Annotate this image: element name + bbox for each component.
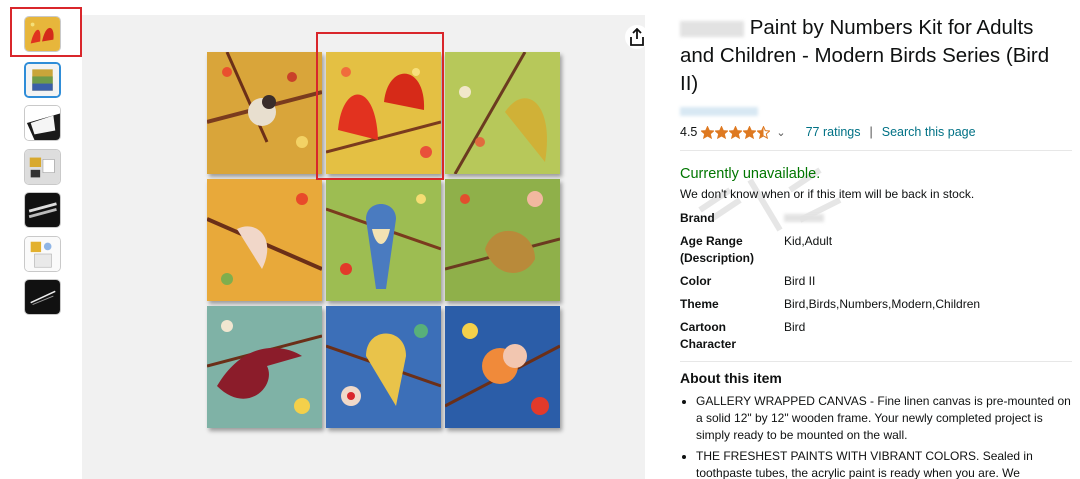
star-icon: [715, 125, 729, 139]
spec-table: Brand Age Range (Description) Kid,Adult …: [680, 210, 1072, 353]
painting-tile-4: [207, 179, 322, 301]
store-link-blurred[interactable]: [680, 107, 758, 116]
product-details: Paint by Numbers Kit for Adults and Chil…: [680, 14, 1072, 479]
spec-label: Cartoon Character: [680, 320, 737, 352]
thumbnail-3[interactable]: [24, 105, 61, 141]
spec-label: Brand: [680, 211, 715, 226]
star-icon: [701, 125, 715, 139]
thumbnail-6[interactable]: [24, 236, 61, 272]
thumbnail-5[interactable]: [24, 192, 61, 228]
painting-tile-8: [326, 306, 441, 428]
spec-label: Theme: [680, 297, 719, 312]
painting-tile-5: [326, 179, 441, 301]
product-title: Paint by Numbers Kit for Adults and Chil…: [680, 14, 1072, 98]
spec-label: Age Range (Description): [680, 234, 755, 266]
spec-label: Color: [680, 274, 712, 289]
divider: [680, 361, 1072, 363]
ratings-count-link[interactable]: 77 ratings: [806, 125, 861, 139]
painting-tile-7: [207, 306, 322, 428]
painting-tile-6: [445, 179, 560, 301]
painting-tile-9: [445, 306, 560, 428]
thumbnail-1[interactable]: [24, 16, 61, 52]
thumbnail-4[interactable]: [24, 149, 61, 185]
thumbnail-7[interactable]: [24, 279, 61, 315]
share-icon: [630, 28, 644, 46]
brand-value-blurred: [784, 214, 824, 223]
chevron-down-icon[interactable]: ⌄: [776, 126, 785, 139]
spec-row-age-range: Age Range (Description) Kid,Adult: [680, 233, 1072, 267]
thumbnail-2[interactable]: [24, 62, 61, 98]
share-button[interactable]: [625, 25, 649, 49]
rating-value: 4.5: [680, 125, 698, 140]
star-icon: [729, 125, 743, 139]
spec-row-theme: Theme Bird,Birds,Numbers,Modern,Children: [680, 296, 1072, 313]
spec-value: Bird,Birds,Numbers,Modern,Children: [784, 297, 981, 312]
spec-value: Kid,Adult: [784, 234, 833, 249]
thumbnail-strip: [0, 0, 82, 479]
spec-row-brand: Brand: [680, 210, 1072, 227]
brand-name-blurred: [680, 20, 744, 37]
bullet-item: GALLERY WRAPPED CANVAS - Fine linen canv…: [696, 393, 1072, 444]
spec-row-color: Color Bird II: [680, 273, 1072, 290]
spec-value: Bird II: [784, 274, 816, 289]
rating-row: 4.5 ⌄ 77 ratings | Search this page: [680, 122, 1072, 142]
highlight-box-main-image: [316, 32, 444, 180]
availability-status: Currently unavailable.: [680, 166, 821, 183]
bullet-item: THE FRESHEST PAINTS WITH VIBRANT COLORS.…: [696, 448, 1072, 479]
star-icon: [743, 125, 757, 139]
divider: [680, 150, 1072, 152]
painting-tile-3: [445, 52, 560, 174]
spec-row-cartoon-character: Cartoon Character Bird: [680, 319, 1072, 353]
star-rating[interactable]: [701, 125, 771, 139]
separator: |: [869, 125, 873, 140]
search-this-page-link[interactable]: Search this page: [882, 125, 976, 139]
painting-tile-1: [207, 52, 322, 174]
availability-note: We don't know when or if this item will …: [680, 187, 975, 202]
about-heading: About this item: [680, 370, 782, 387]
spec-value: Bird: [784, 320, 806, 335]
star-icon: [757, 125, 771, 139]
about-bullets: GALLERY WRAPPED CANVAS - Fine linen canv…: [680, 393, 1072, 479]
